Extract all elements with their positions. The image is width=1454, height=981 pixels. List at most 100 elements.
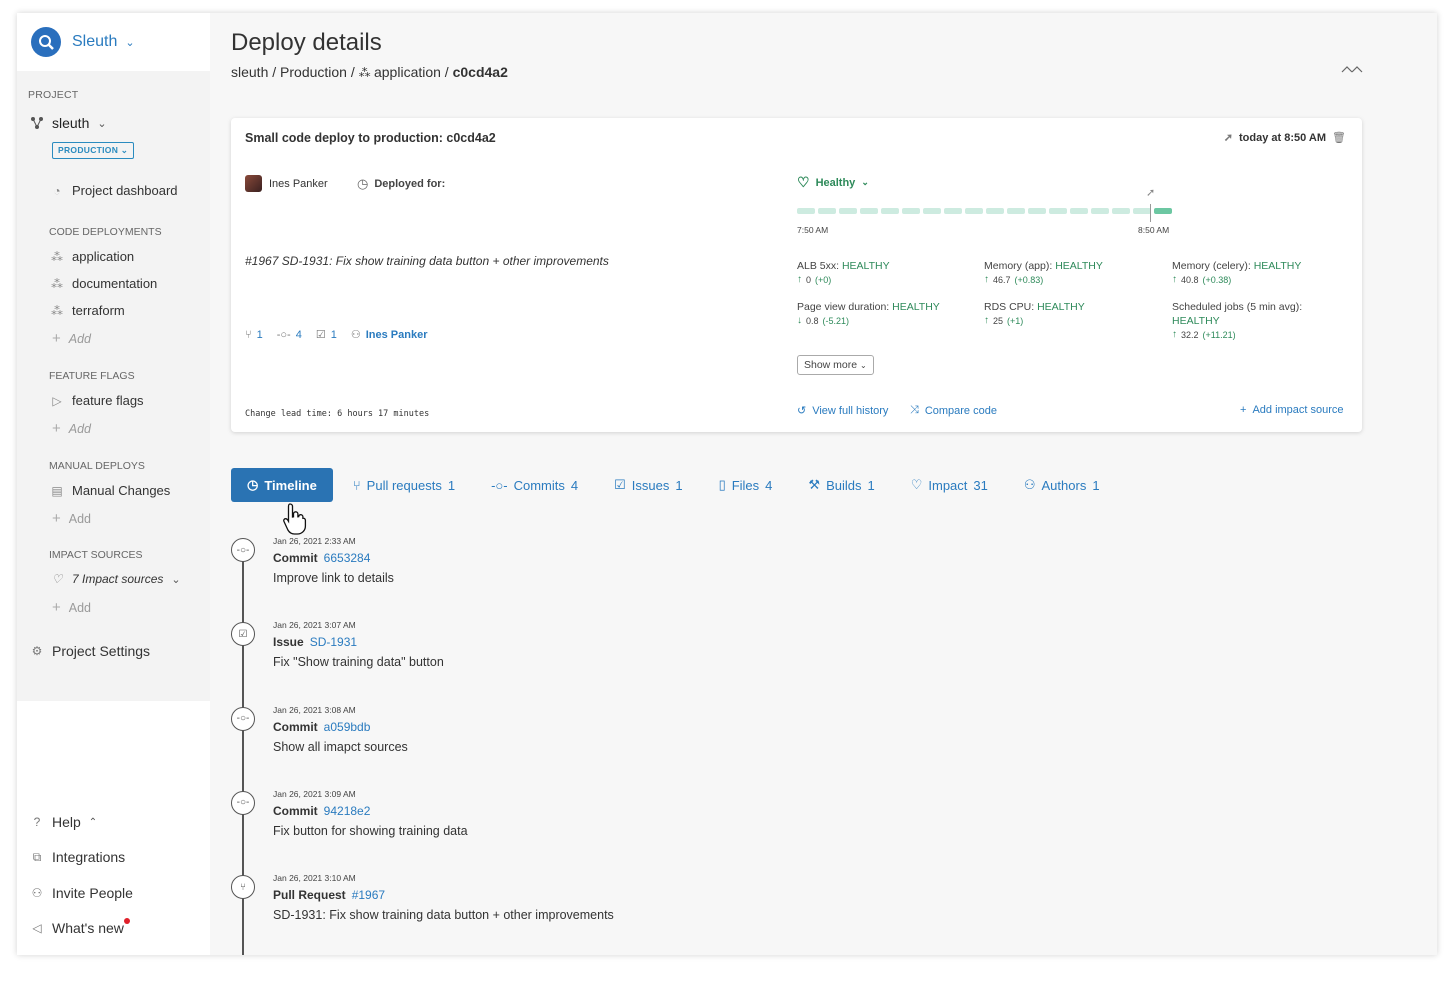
tab-label: Pull requests — [366, 477, 442, 493]
integrations-link[interactable]: ⧉ Integrations — [30, 849, 125, 865]
metric-title: Scheduled jobs (5 min avg): HEALTHY — [1172, 300, 1332, 328]
stat-author[interactable]: ⚇ Ines Panker — [351, 328, 428, 341]
project-selector[interactable]: sleuth ⌄ — [30, 115, 107, 131]
sidebar-item-impact-sources[interactable]: ♡ 7 Impact sources ⌄ — [50, 572, 181, 586]
event-kind: Issue — [273, 635, 304, 650]
show-more-button[interactable]: Show more ⌄ — [797, 355, 874, 375]
tab-builds[interactable]: ⚒ Builds 1 — [808, 468, 874, 502]
stat-pull-requests[interactable]: ⑂ 1 — [245, 329, 263, 341]
tab-commits[interactable]: -○- Commits 4 — [491, 468, 578, 502]
sidebar-item-documentation[interactable]: ⁂ documentation — [50, 276, 157, 291]
sidebar-item-terraform[interactable]: ⁂ terraform — [50, 303, 125, 318]
sidebar-item-label: terraform — [72, 303, 125, 318]
add-manual-deploy-button[interactable]: + Add — [52, 510, 91, 527]
brand-switcher[interactable]: Sleuth ⌄ — [17, 13, 210, 71]
view-history-link[interactable]: ↺ View full history — [797, 404, 888, 418]
event-title: Commit 6653284 — [273, 551, 370, 565]
event-title: Issue SD-1931 — [273, 635, 357, 649]
compare-code-link[interactable]: ⤨ Compare code — [910, 404, 997, 417]
tab-impact[interactable]: ♡ Impact 31 — [911, 468, 988, 502]
event-ref-link[interactable]: 94218e2 — [324, 804, 371, 818]
sidebar-footer: ? Help ⌃ ⧉ Integrations ⚇ Invite People ◁ Wha… — [17, 701, 210, 955]
sidebar-item-application[interactable]: ⁂ application — [50, 249, 134, 264]
impact-metric[interactable]: RDS CPU: HEALTHY ↑ 25 (+1) — [984, 300, 1164, 328]
arrow-up-icon: ↑ — [797, 274, 802, 285]
add-feature-flag-button[interactable]: + Add — [52, 420, 91, 437]
whats-new-link[interactable]: ◁ What's new — [30, 918, 130, 936]
metric-value-row: ↑ 0 (+0) — [797, 273, 977, 287]
help-menu[interactable]: ? Help ⌃ — [30, 814, 98, 830]
impact-metric[interactable]: ALB 5xx: HEALTHY ↑ 0 (+0) — [797, 259, 977, 287]
user-icon: ⚇ — [1023, 477, 1036, 492]
breadcrumb-deployment[interactable]: application / — [374, 64, 453, 80]
sidebar-item-dashboard[interactable]: ◔ Project dashboard — [50, 183, 177, 198]
sidebar: Sleuth ⌄ PROJECT sleuth ⌄ PRODUCTION ⌄ ◔… — [17, 13, 210, 955]
app-window: Sleuth ⌄ PROJECT sleuth ⌄ PRODUCTION ⌄ ◔… — [17, 13, 1437, 955]
arrow-up-icon: ↑ — [1172, 274, 1177, 285]
event-kind: Commit — [273, 551, 318, 565]
plus-icon: + — [52, 420, 61, 437]
health-bar — [923, 208, 941, 214]
tab-authors[interactable]: ⚇ Authors 1 — [1024, 468, 1100, 502]
metric-delta: (+0) — [815, 275, 832, 285]
project-settings-link[interactable]: ⚙ Project Settings — [30, 643, 150, 659]
metric-delta: (+0.83) — [1014, 275, 1044, 285]
metric-status: HEALTHY — [841, 260, 890, 272]
tab-label: Builds — [826, 477, 862, 493]
metric-title: Memory (celery): HEALTHY — [1172, 259, 1352, 273]
impact-metric[interactable]: Page view duration: HEALTHY ↓ 0.8 (-5.21) — [797, 300, 977, 328]
tab-timeline[interactable]: ◷ Timeline — [231, 468, 333, 502]
tab-pull-requests[interactable]: ⑂ Pull requests 1 — [353, 468, 455, 502]
collapse-icon[interactable] — [1341, 63, 1363, 77]
health-dropdown[interactable]: ♡ Healthy ⌄ — [797, 174, 869, 191]
metric-title: Memory (app): HEALTHY — [984, 259, 1164, 273]
add-impact-source-link[interactable]: + Add impact source — [1240, 404, 1344, 416]
event-date: Jan 26, 2021 3:10 AM — [273, 873, 356, 884]
tab-label: Files — [731, 477, 760, 493]
stat-commits[interactable]: -○- 4 — [277, 329, 302, 341]
event-ref-link[interactable]: SD-1931 — [310, 635, 357, 649]
environment-selector[interactable]: PRODUCTION ⌄ — [52, 142, 135, 159]
chevron-down-icon: ⌄ — [860, 361, 867, 370]
sidebar-item-feature-flags[interactable]: ▷ feature flags — [50, 393, 143, 408]
add-impact-source-sidebar-button[interactable]: + Add — [52, 599, 91, 616]
stat-issues[interactable]: ☑ 1 — [316, 328, 337, 341]
impact-metric[interactable]: Memory (celery): HEALTHY ↑ 40.8 (+0.38) — [1172, 259, 1352, 287]
tab-issues[interactable]: ☑ Issues 1 — [614, 468, 682, 502]
impact-metric[interactable]: Memory (app): HEALTHY ↑ 46.7 (+0.83) — [984, 259, 1164, 287]
sidebar-item-manual-changes[interactable]: ▤ Manual Changes — [50, 483, 170, 498]
sidebar-item-label: application — [72, 249, 135, 264]
breadcrumb-path[interactable]: sleuth / Production / — [231, 64, 359, 80]
impact-metric[interactable]: Scheduled jobs (5 min avg): HEALTHY ↑ 32.2… — [1172, 300, 1332, 342]
metric-delta: (+1) — [1007, 316, 1024, 326]
rocket-icon: ➚ — [1223, 132, 1234, 144]
stat-value: Ines Panker — [365, 329, 428, 341]
health-bar — [902, 208, 920, 214]
metric-value-row: ↑ 25 (+1) — [984, 314, 1164, 328]
health-bar — [881, 208, 899, 214]
chevron-down-icon: ⌄ — [861, 177, 869, 187]
clock-icon: ◷ — [247, 477, 259, 492]
add-code-deployment-button[interactable]: + Add — [52, 330, 91, 347]
event-date: Jan 26, 2021 2:33 AM — [273, 536, 356, 546]
gauge-icon: ◔ — [53, 183, 61, 198]
metric-title: Page view duration: HEALTHY — [797, 300, 977, 314]
event-ref-link[interactable]: 6653284 — [324, 551, 371, 565]
event-date: Jan 26, 2021 3:09 AM — [273, 788, 356, 799]
tab-files[interactable]: ▯ Files 4 — [719, 468, 773, 502]
metric-title: ALB 5xx: HEALTHY — [797, 259, 977, 273]
commit-icon: -○- — [276, 328, 291, 341]
user-icon: ⚇ — [350, 329, 361, 341]
arrow-up-icon: ↑ — [1172, 329, 1177, 340]
event-ref-link[interactable]: #1967 — [352, 888, 385, 902]
metric-status: HEALTHY — [1037, 301, 1085, 313]
brand-name: Sleuth — [72, 33, 118, 50]
trash-icon[interactable]: 🗑︎ — [1332, 131, 1346, 144]
deploy-card: Small code deploy to production: c0cd4a2… — [231, 118, 1362, 432]
project-settings-label: Project Settings — [52, 643, 151, 659]
invite-people-link[interactable]: ⚇ Invite People — [30, 885, 133, 901]
event-ref-link[interactable]: a059bdb — [324, 720, 371, 734]
deploy-time-text: today at 8:50 AM — [1239, 131, 1327, 144]
metric-name: Memory (celery): — [1172, 260, 1254, 272]
manual-deploys-label: MANUAL DEPLOYS — [49, 460, 145, 472]
